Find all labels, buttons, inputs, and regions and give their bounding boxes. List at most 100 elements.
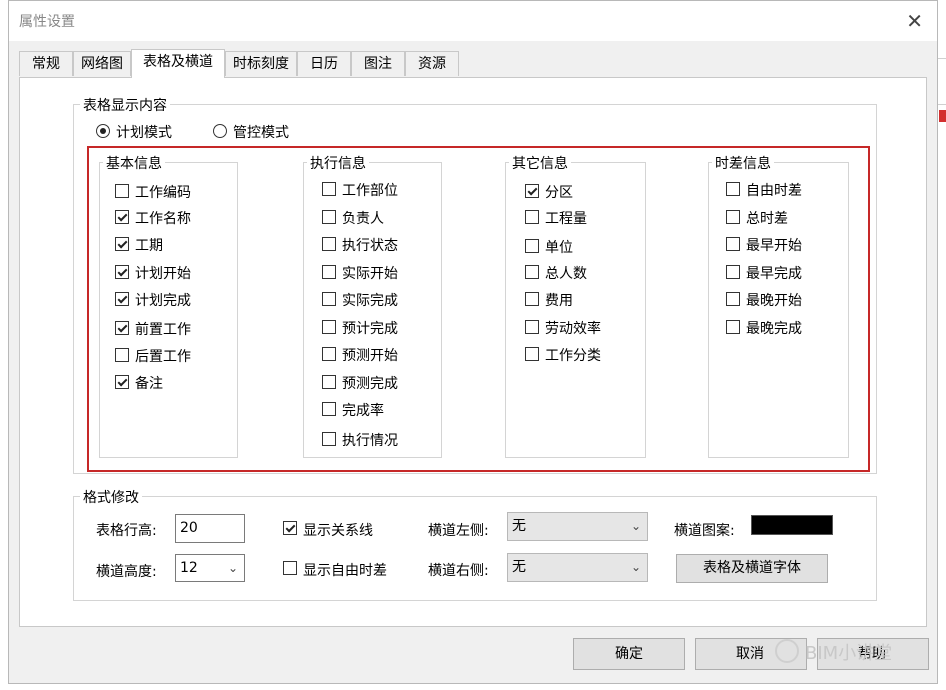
bar-left-label: 横道左侧:: [428, 523, 489, 539]
show-free-float-label: 显示自由时差: [303, 563, 387, 579]
checkbox-plan-start[interactable]: [115, 265, 129, 279]
checkbox-labor-efficiency[interactable]: [525, 320, 539, 334]
control-mode-radio[interactable]: [213, 124, 227, 138]
checkbox-zone[interactable]: [525, 184, 539, 198]
label-free-float: 自由时差: [746, 183, 802, 199]
background-gridline: [938, 58, 946, 59]
bar-left-select[interactable]: 无 ⌄: [507, 512, 648, 541]
checkbox-exec-status[interactable]: [322, 237, 336, 251]
checkbox-late-start[interactable]: [726, 292, 740, 306]
tab-legend[interactable]: 图注: [351, 51, 405, 76]
bar-pattern-label: 横道图案:: [674, 523, 735, 539]
label-exec-situation: 执行情况: [342, 433, 398, 449]
dialog-title: 属性设置: [19, 14, 75, 30]
label-quantity: 工程量: [545, 211, 587, 227]
label-actual-finish: 实际完成: [342, 293, 398, 309]
ok-button[interactable]: 确定: [573, 638, 685, 670]
checkbox-late-finish[interactable]: [726, 320, 740, 334]
format-group: 格式修改: [73, 487, 877, 601]
checkbox-duration[interactable]: [115, 237, 129, 251]
checkbox-forecast-start[interactable]: [322, 347, 336, 361]
background-red-bar: [939, 110, 946, 122]
tab-timescale[interactable]: 时标刻度: [225, 51, 297, 76]
checkbox-total-people[interactable]: [525, 265, 539, 279]
label-forecast-finish: 预测完成: [342, 376, 398, 392]
checkbox-work-category[interactable]: [525, 347, 539, 361]
tab-panel: 表格显示内容 计划模式 管控模式 基本信息 工作编码 工作名称 工期 计划开始 …: [19, 77, 927, 627]
checkbox-early-start[interactable]: [726, 237, 740, 251]
checkbox-exec-situation[interactable]: [322, 432, 336, 446]
checkbox-total-float[interactable]: [726, 210, 740, 224]
label-expected-finish: 预计完成: [342, 321, 398, 337]
bar-pattern-swatch[interactable]: [751, 515, 833, 535]
checkbox-remarks[interactable]: [115, 375, 129, 389]
label-exec-status: 执行状态: [342, 238, 398, 254]
label-early-finish: 最早完成: [746, 266, 802, 282]
label-total-people: 总人数: [545, 266, 587, 282]
show-relation-label: 显示关系线: [303, 523, 373, 539]
checkbox-owner[interactable]: [322, 210, 336, 224]
label-cost: 费用: [545, 293, 573, 309]
tab-calendar[interactable]: 日历: [297, 51, 351, 76]
table-bar-font-button[interactable]: 表格及横道字体: [676, 554, 828, 583]
checkbox-completion-rate[interactable]: [322, 402, 336, 416]
label-work-code: 工作编码: [135, 185, 191, 201]
label-completion-rate: 完成率: [342, 403, 384, 419]
label-duration: 工期: [135, 238, 163, 254]
other-info-title: 其它信息: [509, 153, 571, 173]
table-display-title: 表格显示内容: [80, 95, 170, 115]
label-actual-start: 实际开始: [342, 266, 398, 282]
tab-general[interactable]: 常规: [19, 51, 73, 76]
checkbox-predecessor[interactable]: [115, 321, 129, 335]
bar-right-select[interactable]: 无 ⌄: [507, 553, 648, 582]
label-zone: 分区: [545, 185, 573, 201]
label-work-location: 工作部位: [342, 183, 398, 199]
tab-table-and-bar[interactable]: 表格及横道: [131, 49, 225, 78]
checkbox-free-float[interactable]: [726, 182, 740, 196]
checkbox-actual-start[interactable]: [322, 265, 336, 279]
plan-mode-radio[interactable]: [96, 124, 110, 138]
checkbox-actual-finish[interactable]: [322, 292, 336, 306]
checkbox-work-code[interactable]: [115, 184, 129, 198]
basic-info-title: 基本信息: [103, 153, 165, 173]
float-info-group: 时差信息: [708, 153, 849, 458]
basic-info-group: 基本信息: [99, 153, 238, 458]
checkbox-early-finish[interactable]: [726, 265, 740, 279]
float-info-title: 时差信息: [712, 153, 774, 173]
checkbox-successor[interactable]: [115, 348, 129, 362]
bar-height-label: 横道高度:: [96, 564, 157, 580]
watermark: BIM小讲堂: [805, 643, 893, 664]
tab-resources[interactable]: 资源: [405, 51, 459, 76]
bar-height-value: 12: [180, 560, 198, 576]
tab-network[interactable]: 网络图: [73, 51, 131, 76]
format-title: 格式修改: [80, 487, 142, 507]
label-late-finish: 最晚完成: [746, 321, 802, 337]
label-remarks: 备注: [135, 376, 163, 392]
label-labor-efficiency: 劳动效率: [545, 321, 601, 337]
row-height-input[interactable]: 20: [175, 514, 245, 543]
other-info-group: 其它信息: [505, 153, 646, 458]
chevron-down-icon: ⌄: [630, 560, 641, 574]
checkbox-forecast-finish[interactable]: [322, 375, 336, 389]
checkbox-work-location[interactable]: [322, 182, 336, 196]
checkbox-show-free-float[interactable]: [283, 561, 297, 575]
label-predecessor: 前置工作: [135, 322, 191, 338]
plan-mode-label: 计划模式: [116, 125, 172, 141]
chevron-down-icon: ⌄: [227, 561, 238, 575]
wechat-logo-icon: [775, 639, 799, 663]
checkbox-show-relation[interactable]: [283, 521, 297, 535]
checkbox-work-name[interactable]: [115, 210, 129, 224]
label-plan-start: 计划开始: [135, 266, 191, 282]
label-forecast-start: 预测开始: [342, 348, 398, 364]
checkbox-plan-finish[interactable]: [115, 292, 129, 306]
row-height-label: 表格行高:: [96, 523, 157, 539]
label-plan-finish: 计划完成: [135, 293, 191, 309]
checkbox-quantity[interactable]: [525, 210, 539, 224]
bar-height-select[interactable]: 12 ⌄: [175, 554, 245, 582]
properties-dialog: 属性设置 ✕ 常规 网络图 表格及横道 时标刻度 日历 图注 资源 表格显示内容…: [8, 0, 938, 684]
checkbox-cost[interactable]: [525, 292, 539, 306]
checkbox-unit[interactable]: [525, 239, 539, 253]
background-gridline: [938, 104, 946, 105]
close-icon[interactable]: ✕: [906, 9, 923, 33]
checkbox-expected-finish[interactable]: [322, 320, 336, 334]
